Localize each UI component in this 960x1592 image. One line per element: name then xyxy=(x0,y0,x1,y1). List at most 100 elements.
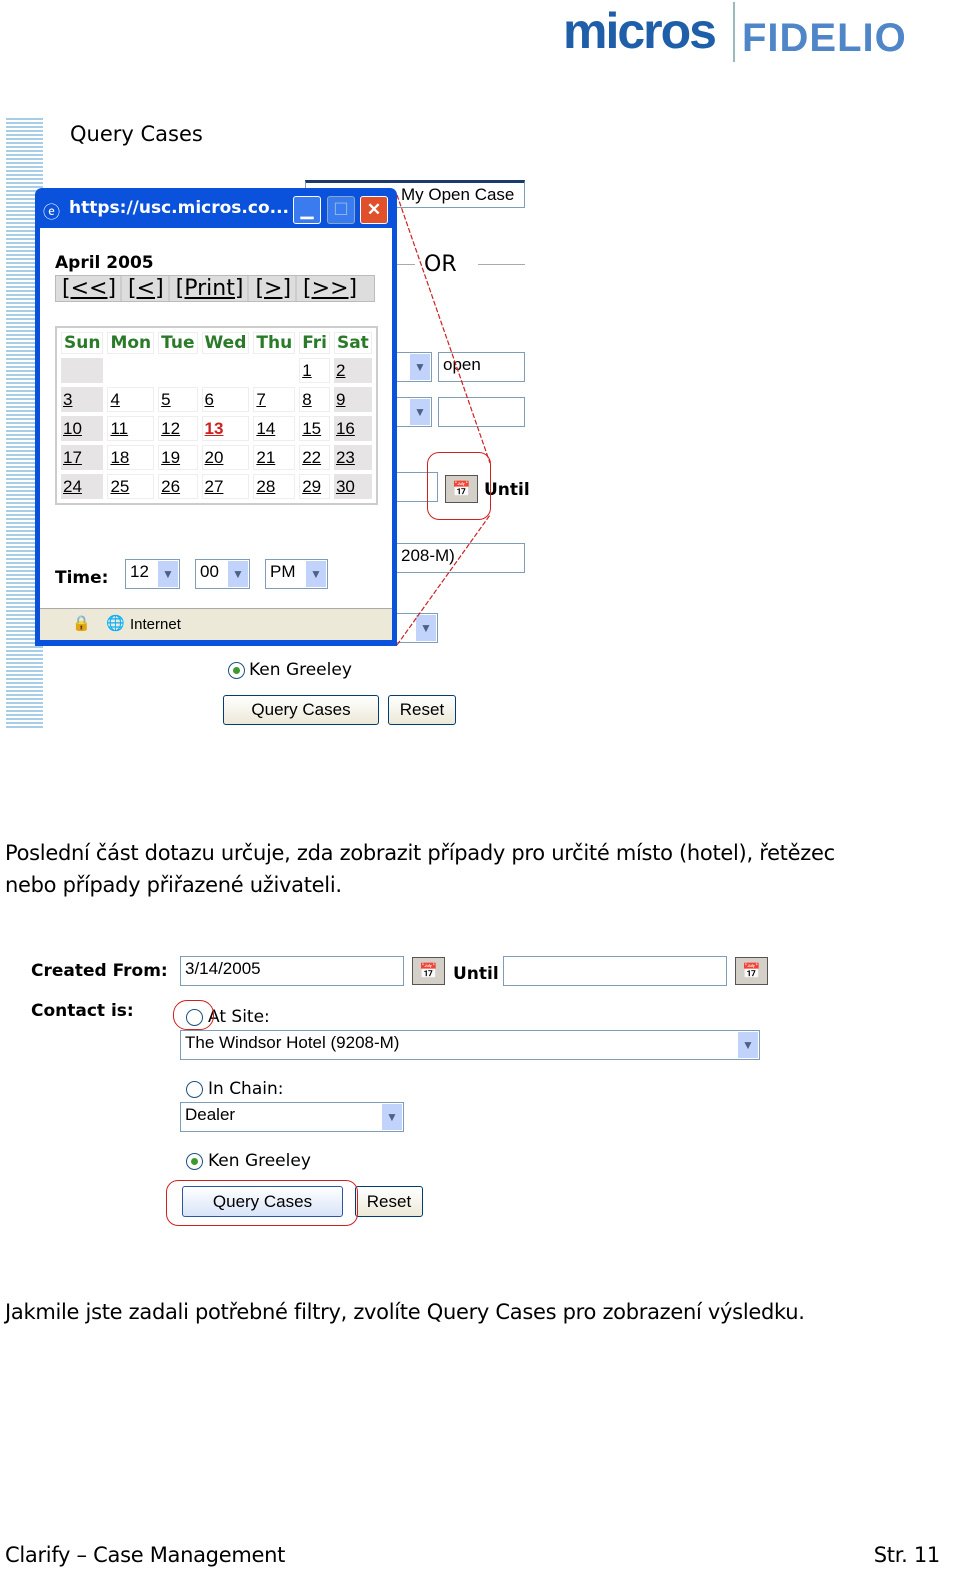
calendar-day[interactable]: 5 xyxy=(158,387,198,412)
empty-day xyxy=(202,358,250,383)
calendar-day[interactable]: 24 xyxy=(61,474,104,499)
calendar-popup-window: ⓔ https://usc.micros.co... ▁ ☐ ✕ April 2… xyxy=(35,188,397,646)
calendar-day[interactable]: 28 xyxy=(253,474,296,499)
prev-year-link[interactable]: [<<] xyxy=(58,276,123,301)
calendar-day[interactable]: 19 xyxy=(158,445,198,470)
calendar-day[interactable]: 12 xyxy=(158,416,198,441)
chevron-down-icon: ▼ xyxy=(158,561,178,587)
radio[interactable] xyxy=(186,1080,203,1098)
next-year-link[interactable]: [>>] xyxy=(299,276,361,301)
micros-logo: micros xyxy=(563,3,717,59)
calendar-week: 12 xyxy=(61,358,372,383)
calendar-day[interactable]: 4 xyxy=(107,387,155,412)
maximize-button[interactable]: ☐ xyxy=(327,196,355,224)
calendar-day[interactable]: 21 xyxy=(253,445,296,470)
day-header: Tue xyxy=(158,332,198,354)
calendar-day[interactable]: 8 xyxy=(299,387,330,412)
globe-icon: 🌐 xyxy=(106,614,125,632)
chevron-down-icon: ▼ xyxy=(738,1032,758,1058)
calendar-day[interactable]: 9 xyxy=(333,387,372,412)
calendar-day[interactable]: 29 xyxy=(299,474,330,499)
calendar-day[interactable]: 17 xyxy=(61,445,104,470)
page-number: Str. 11 xyxy=(873,1543,941,1567)
calendar-day[interactable]: 30 xyxy=(333,474,372,499)
day-header: Thu xyxy=(253,332,296,354)
calendar-nav: [<<] [<] [Print] [>] [>>] xyxy=(55,275,375,302)
ken-radio[interactable]: Ken Greeley xyxy=(228,660,352,680)
calendar-day[interactable]: 23 xyxy=(333,445,372,470)
highlight-circle xyxy=(173,1000,214,1030)
calendar-day[interactable]: 11 xyxy=(107,416,155,441)
created-from-label: Created From: xyxy=(31,961,168,981)
chain-select[interactable]: Dealer ▼ xyxy=(180,1102,404,1132)
contact-label: Contact is: xyxy=(31,1001,134,1021)
ie-icon: ⓔ xyxy=(43,203,60,223)
calendar-day[interactable]: 15 xyxy=(299,416,330,441)
ampm-select[interactable]: PM ▼ xyxy=(265,559,328,589)
calendar-icon[interactable]: 📅 xyxy=(412,957,445,985)
calendar-week: 3456789 xyxy=(61,387,372,412)
chevron-down-icon: ▼ xyxy=(228,561,248,587)
highlight-box xyxy=(166,1180,358,1226)
day-header: Mon xyxy=(107,332,155,354)
calendar-day[interactable]: 14 xyxy=(253,416,296,441)
callout-lines xyxy=(396,194,491,646)
day-header: Fri xyxy=(299,332,330,354)
empty-day xyxy=(253,358,295,383)
hour-select[interactable]: 12 ▼ xyxy=(125,559,180,589)
reset-button[interactable]: Reset xyxy=(388,695,456,725)
time-label: Time: xyxy=(55,568,109,588)
in-chain-radio[interactable]: In Chain: xyxy=(186,1079,283,1099)
day-header: Wed xyxy=(201,332,250,354)
radio-selected[interactable] xyxy=(228,661,245,679)
chevron-down-icon: ▼ xyxy=(306,561,326,587)
calendar-grid: Sun Mon Tue Wed Thu Fri Sat 1 2 3 4 5 6 7 8 9 10 11 12 13 1… xyxy=(55,326,378,505)
logo-divider xyxy=(733,2,735,62)
window-title: https://usc.micros.co... xyxy=(69,198,290,218)
footer-title: Clarify – Case Management xyxy=(5,1543,286,1567)
calendar-day[interactable]: 20 xyxy=(201,445,250,470)
chevron-down-icon: ▼ xyxy=(382,1104,402,1130)
calendar-day[interactable]: 26 xyxy=(158,474,198,499)
fidelio-logo: FIDELIO xyxy=(742,16,907,60)
minimize-button[interactable]: ▁ xyxy=(293,196,321,224)
paragraph: Poslední část dotazu určuje, zda zobrazi… xyxy=(5,841,835,897)
empty-day xyxy=(107,358,154,383)
empty-day xyxy=(61,358,104,383)
day-header: Sat xyxy=(333,332,372,354)
calendar-day[interactable]: 6 xyxy=(201,387,250,412)
calendar-day[interactable]: 2 xyxy=(333,358,372,383)
calendar-day[interactable]: 16 xyxy=(333,416,372,441)
day-header: Sun xyxy=(61,332,104,354)
radio-selected[interactable] xyxy=(186,1152,203,1170)
next-month-link[interactable]: [>] xyxy=(251,276,298,301)
minute-select[interactable]: 00 ▼ xyxy=(195,559,250,589)
ken-radio[interactable]: Ken Greeley xyxy=(186,1151,311,1171)
zone-label: Internet xyxy=(130,616,181,633)
created-from-input[interactable]: 3/14/2005 xyxy=(180,956,404,986)
popup-body: April 2005 [<<] [<] [Print] [>] [>>] Sun… xyxy=(40,228,392,608)
calendar-week: 10 11 12 13 14 15 16 xyxy=(61,416,372,441)
calendar-day[interactable]: 7 xyxy=(253,387,296,412)
calendar-day[interactable]: 25 xyxy=(107,474,155,499)
close-button[interactable]: ✕ xyxy=(360,196,388,224)
empty-day xyxy=(158,358,197,383)
print-link[interactable]: [Print] xyxy=(172,276,250,301)
calendar-icon[interactable]: 📅 xyxy=(735,957,768,985)
until-label: Until xyxy=(453,964,499,984)
query-cases-button[interactable]: Query Cases xyxy=(223,695,379,725)
calendar-day[interactable]: 22 xyxy=(299,445,330,470)
calendar-day[interactable]: 18 xyxy=(107,445,155,470)
paragraph: Jakmile jste zadali potřebné filtry, zvo… xyxy=(5,1300,805,1324)
reset-button[interactable]: Reset xyxy=(355,1186,423,1217)
calendar-day[interactable]: 10 xyxy=(61,416,104,441)
prev-month-link[interactable]: [<] xyxy=(124,276,170,301)
site-select[interactable]: The Windsor Hotel (9208-M) ▼ xyxy=(180,1030,760,1060)
until-input[interactable] xyxy=(503,956,727,986)
calendar-day[interactable]: 13 xyxy=(201,416,250,441)
calendar-day[interactable]: 3 xyxy=(61,387,104,412)
status-bar: 🔒 🌐 Internet xyxy=(40,608,392,640)
calendar-day[interactable]: 27 xyxy=(201,474,250,499)
calendar-week: 17 18 19 20 21 22 23 xyxy=(61,445,372,470)
calendar-day[interactable]: 1 xyxy=(299,358,330,383)
